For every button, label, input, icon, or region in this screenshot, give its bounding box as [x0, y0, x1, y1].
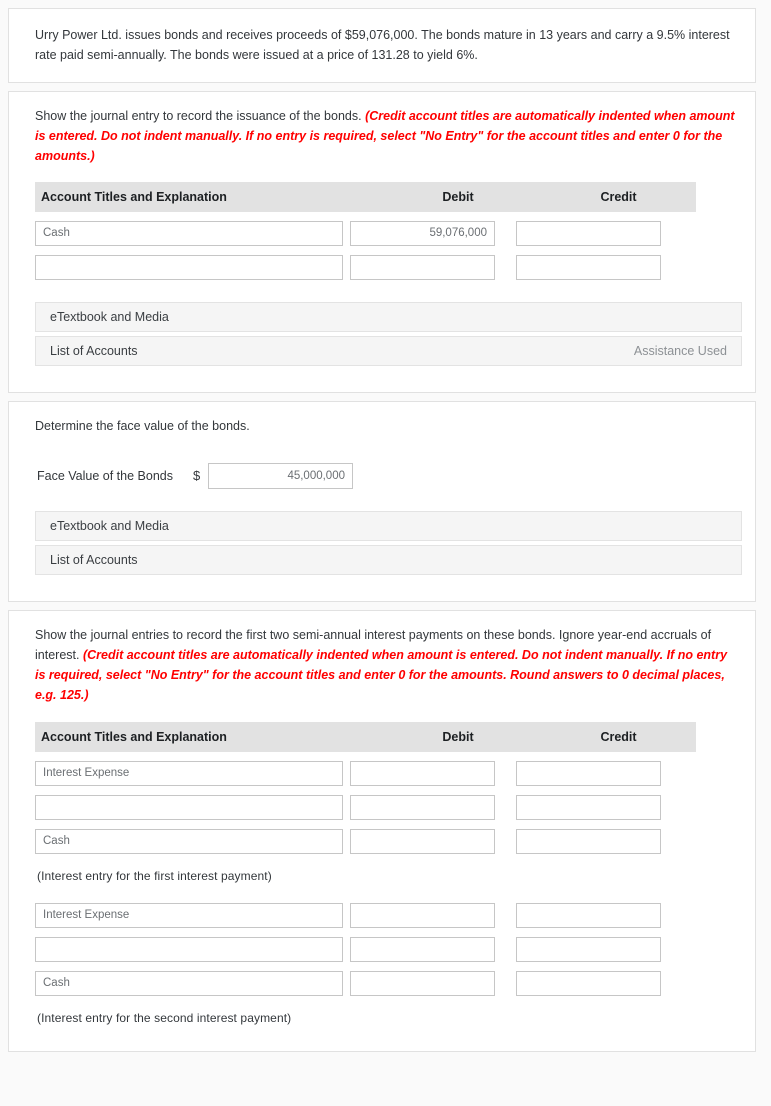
part-c-prompt: Show the journal entries to record the f…	[35, 625, 737, 706]
part-a-journal-table: Account Titles and Explanation Debit Cre…	[27, 182, 737, 281]
credit-amount-input[interactable]	[516, 970, 661, 996]
part-a-table-header: Account Titles and Explanation Debit Cre…	[35, 182, 696, 213]
column-header-credit: Credit	[600, 190, 637, 205]
part-b-prompt: Determine the face value of the bonds.	[35, 419, 250, 434]
list-of-accounts-bar[interactable]: List of Accounts	[35, 544, 742, 575]
credit-amount-input[interactable]	[516, 794, 661, 820]
table-row: Cash 59,076,000	[35, 221, 737, 247]
debit-amount-input[interactable]	[350, 760, 495, 786]
debit-amount-input[interactable]: 59,076,000	[350, 221, 495, 247]
credit-amount-input[interactable]	[516, 902, 661, 928]
column-header-debit: Debit	[442, 729, 474, 744]
column-header-credit: Credit	[600, 729, 637, 744]
part-c-table-header: Account Titles and Explanation Debit Cre…	[35, 721, 696, 752]
table-row: Cash	[35, 970, 737, 996]
credit-amount-input[interactable]	[516, 221, 661, 247]
part-a-resource-bars: eTextbook and Media List of Accounts Ass…	[27, 302, 742, 367]
account-title-input[interactable]: Interest Expense	[35, 760, 343, 786]
part-b-panel: Determine the face value of the bonds. F…	[8, 401, 756, 602]
table-row	[35, 794, 737, 820]
column-header-account: Account Titles and Explanation	[41, 190, 227, 205]
panel-bottom-spacer	[27, 366, 737, 382]
account-title-input[interactable]	[35, 255, 343, 281]
part-a-panel: Show the journal entry to record the iss…	[8, 90, 756, 394]
debit-amount-input[interactable]	[350, 794, 495, 820]
etextbook-and-media-bar[interactable]: eTextbook and Media	[35, 302, 742, 333]
part-c-prompt-note: (Credit account titles are automatically…	[35, 647, 728, 703]
column-header-account: Account Titles and Explanation	[41, 729, 227, 744]
panel-bottom-spacer	[27, 575, 737, 591]
list-of-accounts-label: List of Accounts	[50, 552, 138, 567]
account-title-input[interactable]	[35, 936, 343, 962]
face-value-row: Face Value of the Bonds $ 45,000,000	[37, 462, 737, 489]
etextbook-and-media-bar[interactable]: eTextbook and Media	[35, 510, 742, 541]
problem-statement-text: Urry Power Ltd. issues bonds and receive…	[35, 28, 730, 63]
table-row: Cash	[35, 828, 737, 854]
etextbook-and-media-label: eTextbook and Media	[50, 310, 169, 325]
page-root: Urry Power Ltd. issues bonds and receive…	[0, 0, 771, 1106]
panel-bottom-spacer	[27, 1025, 737, 1041]
part-a-prompt: Show the journal entry to record the iss…	[35, 106, 737, 167]
list-of-accounts-label: List of Accounts	[50, 344, 138, 359]
account-title-input[interactable]: Interest Expense	[35, 902, 343, 928]
credit-amount-input[interactable]	[516, 936, 661, 962]
part-c-panel: Show the journal entries to record the f…	[8, 609, 756, 1052]
debit-amount-input[interactable]	[350, 970, 495, 996]
credit-amount-input[interactable]	[516, 828, 661, 854]
table-row: Interest Expense	[35, 760, 737, 786]
debit-amount-input[interactable]	[350, 902, 495, 928]
part-c-journal-table: Account Titles and Explanation Debit Cre…	[27, 721, 737, 1025]
etextbook-and-media-label: eTextbook and Media	[50, 518, 169, 533]
account-title-input[interactable]: Cash	[35, 970, 343, 996]
part-a-prompt-main: Show the journal entry to record the iss…	[35, 108, 362, 123]
face-value-label: Face Value of the Bonds	[37, 468, 173, 483]
second-interest-entry-caption: (Interest entry for the second interest …	[37, 1010, 292, 1025]
assistance-used-label: Assistance Used	[633, 344, 727, 359]
face-value-input[interactable]: 45,000,000	[208, 462, 353, 489]
table-row: Interest Expense	[35, 902, 737, 928]
account-title-input[interactable]: Cash	[35, 828, 343, 854]
first-interest-entry-caption: (Interest entry for the first interest p…	[37, 868, 272, 883]
account-title-input[interactable]	[35, 794, 343, 820]
list-of-accounts-bar[interactable]: List of Accounts Assistance Used	[35, 336, 742, 367]
debit-amount-input[interactable]	[350, 255, 495, 281]
credit-amount-input[interactable]	[516, 760, 661, 786]
column-header-debit: Debit	[442, 190, 474, 205]
part-b-resource-bars: eTextbook and Media List of Accounts	[27, 510, 742, 575]
currency-symbol: $	[193, 468, 201, 483]
credit-amount-input[interactable]	[516, 255, 661, 281]
table-row	[35, 936, 737, 962]
debit-amount-input[interactable]	[350, 936, 495, 962]
problem-statement-panel: Urry Power Ltd. issues bonds and receive…	[8, 8, 756, 83]
table-row	[35, 255, 737, 281]
account-title-input[interactable]: Cash	[35, 221, 343, 247]
debit-amount-input[interactable]	[350, 828, 495, 854]
